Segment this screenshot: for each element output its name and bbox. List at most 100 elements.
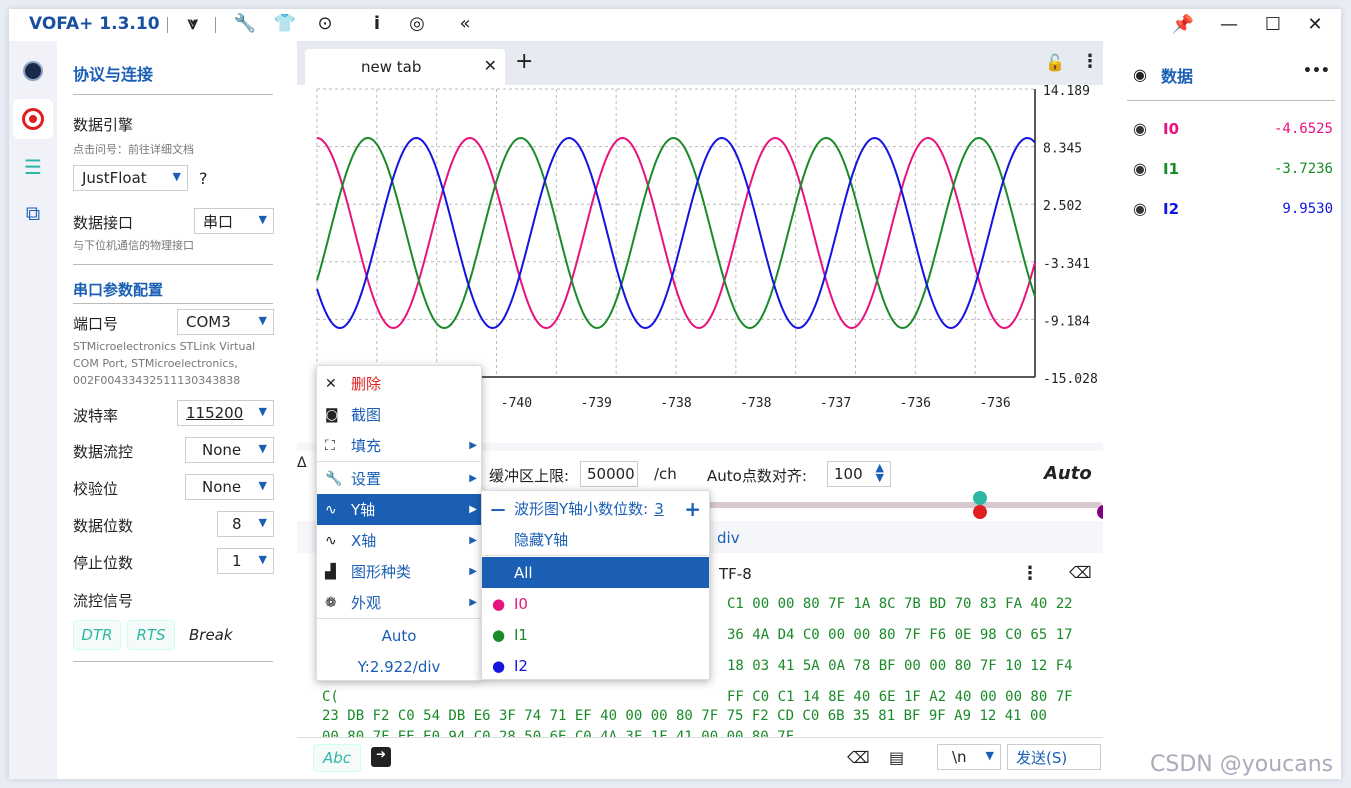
menu-item-settings[interactable]: 🔧 设置 ▶ [317,463,481,494]
spinner-icon[interactable]: ▲ ▼ [876,462,884,483]
delta-icon: Δ [297,455,307,471]
channel-row[interactable]: ◉ I2 9.9530 [1133,199,1333,223]
unlock-icon[interactable]: 🔓 [1045,53,1065,72]
baud-label: 波特率 [73,407,119,425]
decimals-value[interactable]: 3 [654,500,664,518]
flow-select[interactable]: None ▼ [185,437,274,463]
auto-toggle[interactable]: Auto [1044,463,1092,484]
menu-item-screenshot[interactable]: ◙ 截图 [317,399,481,430]
decrement-button[interactable]: — [482,500,514,518]
buffer-input[interactable]: 50000 [580,461,638,487]
divider [317,461,481,462]
dot-icon: ● [492,625,506,644]
break-button[interactable]: Break [189,626,233,644]
pin-icon[interactable]: 📌 [1171,14,1195,35]
section-title: 协议与连接 [73,65,154,84]
chevron-down-icon: ▼ [258,314,267,327]
channel-all-item[interactable]: All [482,557,709,588]
baud-select[interactable]: 115200 ▼ [177,400,274,426]
watermark: CSDN @youcans [1150,752,1334,777]
add-tab-button[interactable]: + [515,49,533,74]
record-icon[interactable] [13,99,53,139]
y-tick-label: -9.184 [1043,314,1090,329]
channel-item[interactable]: ● I0 [482,588,709,619]
stopbits-select[interactable]: 1 ▼ [217,548,274,574]
menu-item-delete[interactable]: ✕ 删除 [317,368,481,399]
help-icon[interactable]: ? [199,169,208,188]
fingerprint-icon[interactable]: ◎ [405,13,429,34]
send-file-icon[interactable]: ➜ [371,747,391,767]
y-tick-label: -15.028 [1043,372,1098,387]
close-button[interactable]: ✕ [1303,14,1327,35]
eye-icon[interactable]: ◉ [1133,159,1147,178]
hide-y-axis-item[interactable]: 隐藏Y轴 [482,524,709,555]
close-icon[interactable]: ✕ [484,56,497,75]
divider [1127,100,1335,101]
submenu-arrow-icon: ▶ [469,473,477,484]
more-icon[interactable]: ••• [1303,63,1330,79]
connection-status-icon[interactable] [13,51,53,91]
minimize-button[interactable]: — [1217,14,1241,35]
more-vertical-icon[interactable]: ⋮ [1081,51,1099,72]
menu-item-auto[interactable]: Auto [317,620,481,651]
screenshot-icon[interactable]: ⊙ [313,13,337,34]
vofa-logo-icon[interactable]: ⩔ [181,13,205,34]
submenu-arrow-icon: ▶ [469,597,477,608]
wrench-icon[interactable]: 🔧 [233,13,257,34]
eye-icon[interactable]: ◉ [1133,199,1147,218]
channel-label: I1 [514,625,528,644]
x-tick-label: -738 [660,396,691,411]
eye-icon[interactable]: ◉ [1133,119,1147,138]
decimals-row: — 波形图Y轴小数位数: 3 + [482,493,709,524]
channel-row[interactable]: ◉ I1 -3.7236 [1133,159,1333,183]
x-tick-label: -736 [979,396,1010,411]
databits-select[interactable]: 8 ▼ [217,511,274,537]
text-mode-button[interactable]: Abc [313,744,361,772]
div-label: div [717,529,740,547]
dot-icon: ● [492,656,506,675]
eye-icon[interactable]: ◉ [1133,65,1147,84]
rts-button[interactable]: RTS [127,620,175,650]
y-tick-label: 2.502 [1043,199,1082,214]
channel-row[interactable]: ◉ I0 -4.6525 [1133,119,1333,143]
parity-select[interactable]: None ▼ [185,474,274,500]
tab-new[interactable]: new tab ✕ [305,49,505,85]
slider-handle[interactable] [973,491,987,505]
port-select[interactable]: COM3 ▼ [177,309,274,335]
engine-select[interactable]: JustFloat ▼ [73,165,188,191]
dtr-button[interactable]: DTR [73,620,121,650]
shirt-icon[interactable]: 👕 [273,13,297,34]
submenu-arrow-icon: ▶ [469,535,477,546]
palette-icon: ❁ [325,594,337,611]
divider [73,264,273,265]
databits-label: 数据位数 [73,517,134,535]
increment-button[interactable]: + [684,497,701,521]
info-icon[interactable]: i [365,13,389,34]
menu-item-y-axis[interactable]: ∿ Y轴 ▶ [317,494,481,525]
list-icon[interactable]: ☰ [13,147,53,187]
menu-item-appearance[interactable]: ❁ 外观 ▶ [317,587,481,618]
divider [167,17,168,33]
channel-item[interactable]: ● I2 [482,650,709,681]
menu-item-x-axis[interactable]: ∿ X轴 ▶ [317,525,481,556]
iface-value: 串口 [203,212,234,231]
menu-item-chart-type[interactable]: ▟ 图形种类 ▶ [317,556,481,587]
menu-item-fill[interactable]: ⛶ 填充 ▶ [317,430,481,461]
autoalign-input[interactable]: 100 ▲ ▼ [827,461,891,487]
windows-icon[interactable]: ⧉ [13,193,53,233]
history-icon[interactable]: ▤ [889,748,904,767]
app-title: VOFA+ 1.3.10 [29,14,160,34]
iface-select[interactable]: 串口 ▼ [194,208,274,234]
eraser-icon[interactable]: ⌫ [1069,563,1092,582]
newline-select[interactable]: \n ▼ [937,744,1001,770]
collapse-icon[interactable]: « [453,13,477,34]
maximize-button[interactable]: ☐ [1261,14,1285,35]
channel-value: 9.9530 [1282,201,1333,217]
context-menu: ✕ 删除 ◙ 截图 ⛶ 填充 ▶ 🔧 设置 ▶ ∿ Y轴 ▶ ∿ X轴 ▶ ▟ 图形种类 ▶ ❁ 外观 ▶ … [316,365,482,681]
slider-handle[interactable] [973,505,987,519]
send-button[interactable]: 发送(S) [1007,744,1101,770]
more-vertical-icon[interactable]: ⋮ [1021,563,1039,584]
channel-item[interactable]: ● I1 [482,619,709,650]
eraser-icon[interactable]: ⌫ [847,748,870,767]
engine-hint: 点击问号：前往详细文档 [73,143,194,156]
